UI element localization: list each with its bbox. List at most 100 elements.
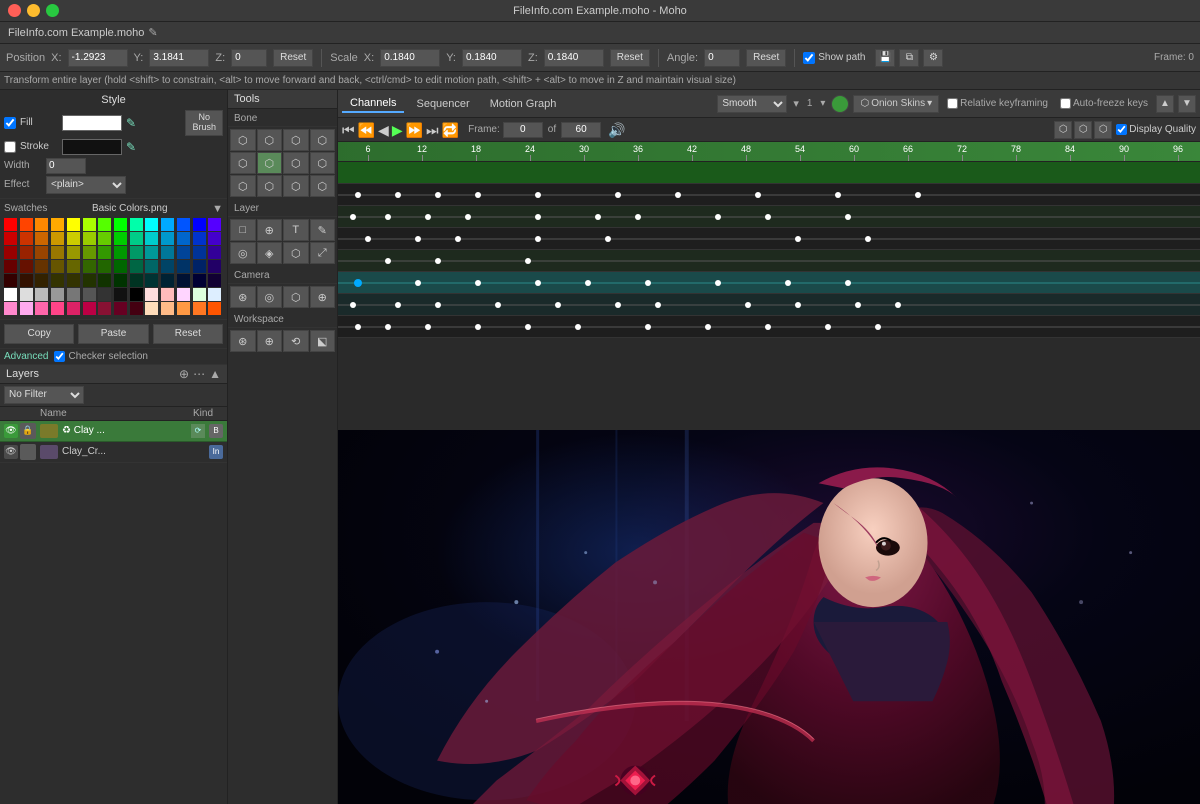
swatch-44[interactable] [35,260,48,273]
swatch-38[interactable] [161,246,174,259]
show-path-checkbox[interactable] [803,52,815,64]
swatch-65[interactable] [145,274,158,287]
swatch-5[interactable] [83,218,96,231]
swatch-29[interactable] [20,246,33,259]
layer-collapse-btn[interactable]: ▲ [209,367,221,381]
swatch-59[interactable] [51,274,64,287]
swatch-64[interactable] [130,274,143,287]
bone-tool-3[interactable]: ⬡ [283,129,309,151]
swatch-53[interactable] [177,260,190,273]
angle-input[interactable] [704,49,740,67]
swatch-43[interactable] [20,260,33,273]
swatch-79[interactable] [145,288,158,301]
swatch-97[interactable] [208,302,221,315]
current-frame-input[interactable] [503,122,543,138]
swatch-15[interactable] [20,232,33,245]
volume-btn[interactable]: 🔊 [608,123,625,137]
stroke-brush-icon[interactable]: ✎ [126,140,136,154]
swatch-17[interactable] [51,232,64,245]
filter-select[interactable]: No Filter [4,386,84,404]
dq-btn-1[interactable]: ⬡ [1054,121,1072,139]
dq-checkbox[interactable] [1116,124,1127,135]
swatch-81[interactable] [177,288,190,301]
swatch-92[interactable] [130,302,143,315]
swatch-83[interactable] [208,288,221,301]
swatch-41[interactable] [208,246,221,259]
camera-tool-1[interactable]: ⊛ [230,286,256,308]
swatch-33[interactable] [83,246,96,259]
swatch-37[interactable] [145,246,158,259]
fill-brush-icon[interactable]: ✎ [126,116,136,130]
bone-tool-12[interactable]: ⬡ [310,175,336,197]
swatch-73[interactable] [51,288,64,301]
swatch-89[interactable] [83,302,96,315]
swatch-82[interactable] [193,288,206,301]
swatch-25[interactable] [177,232,190,245]
layer-tool-4[interactable]: ✎ [310,219,336,241]
close-button[interactable] [8,4,21,17]
scale-z-input[interactable] [544,49,604,67]
swatch-88[interactable] [67,302,80,315]
swatch-94[interactable] [161,302,174,315]
swatch-19[interactable] [83,232,96,245]
bone-tool-8[interactable]: ⬡ [310,152,336,174]
bone-tool-7[interactable]: ⬡ [283,152,309,174]
swatches-preset-name[interactable]: Basic Colors.png [92,203,168,214]
swatch-20[interactable] [98,232,111,245]
smooth-select[interactable]: Smooth [717,95,787,113]
tab-sequencer[interactable]: Sequencer [408,96,477,112]
swatch-49[interactable] [114,260,127,273]
swatch-68[interactable] [193,274,206,287]
swatch-32[interactable] [67,246,80,259]
swatch-28[interactable] [4,246,17,259]
swatch-66[interactable] [161,274,174,287]
swatch-87[interactable] [51,302,64,315]
swatch-72[interactable] [35,288,48,301]
reset-style-button[interactable]: Reset [153,324,223,344]
layer-vis-2[interactable]: 👁 [4,445,18,459]
layer-tool-1[interactable]: □ [230,219,256,241]
swatch-54[interactable] [193,260,206,273]
swatch-70[interactable] [4,288,17,301]
auto-freeze-checkbox[interactable] [1060,98,1071,109]
bone-tool-1[interactable]: ⬡ [230,129,256,151]
swatch-36[interactable] [130,246,143,259]
swatch-67[interactable] [177,274,190,287]
bone-tool-11[interactable]: ⬡ [283,175,309,197]
copy-button[interactable]: Copy [4,324,74,344]
fill-checkbox[interactable] [4,117,16,129]
maximize-button[interactable] [46,4,59,17]
tab-channels[interactable]: Channels [342,95,404,113]
copy-icon-btn[interactable]: ⧉ [899,49,919,67]
play-btn[interactable]: ▶ [392,123,403,137]
swatch-14[interactable] [4,232,17,245]
camera-tool-3[interactable]: ⬡ [283,286,309,308]
bone-tool-4[interactable]: ⬡ [310,129,336,151]
swatch-80[interactable] [161,288,174,301]
layer-vis-1[interactable]: 👁 [4,424,18,438]
swatch-84[interactable] [4,302,17,315]
prev-frame-btn[interactable]: ◀ [378,123,389,137]
effect-select[interactable]: <plain> [46,176,126,194]
settings-icon-btn[interactable]: ⚙ [923,49,943,67]
workspace-tool-4[interactable]: ⬕ [310,330,336,352]
swatch-2[interactable] [35,218,48,231]
swatch-91[interactable] [114,302,127,315]
swatch-13[interactable] [208,218,221,231]
tl-arrow-down[interactable]: ▼ [1178,95,1196,113]
onion-skins-btn[interactable]: ⬡ Onion Skins ▾ [853,95,939,113]
swatch-0[interactable] [4,218,17,231]
swatch-95[interactable] [177,302,190,315]
layer-tool-5[interactable]: ◎ [230,242,256,264]
no-brush-button[interactable]: NoBrush [185,110,223,136]
swatch-96[interactable] [193,302,206,315]
swatch-6[interactable] [98,218,111,231]
swatch-69[interactable] [208,274,221,287]
swatch-60[interactable] [67,274,80,287]
swatch-12[interactable] [193,218,206,231]
checker-checkbox[interactable] [54,351,65,362]
swatch-46[interactable] [67,260,80,273]
swatch-18[interactable] [67,232,80,245]
stroke-color-swatch[interactable] [62,139,122,155]
swatch-90[interactable] [98,302,111,315]
